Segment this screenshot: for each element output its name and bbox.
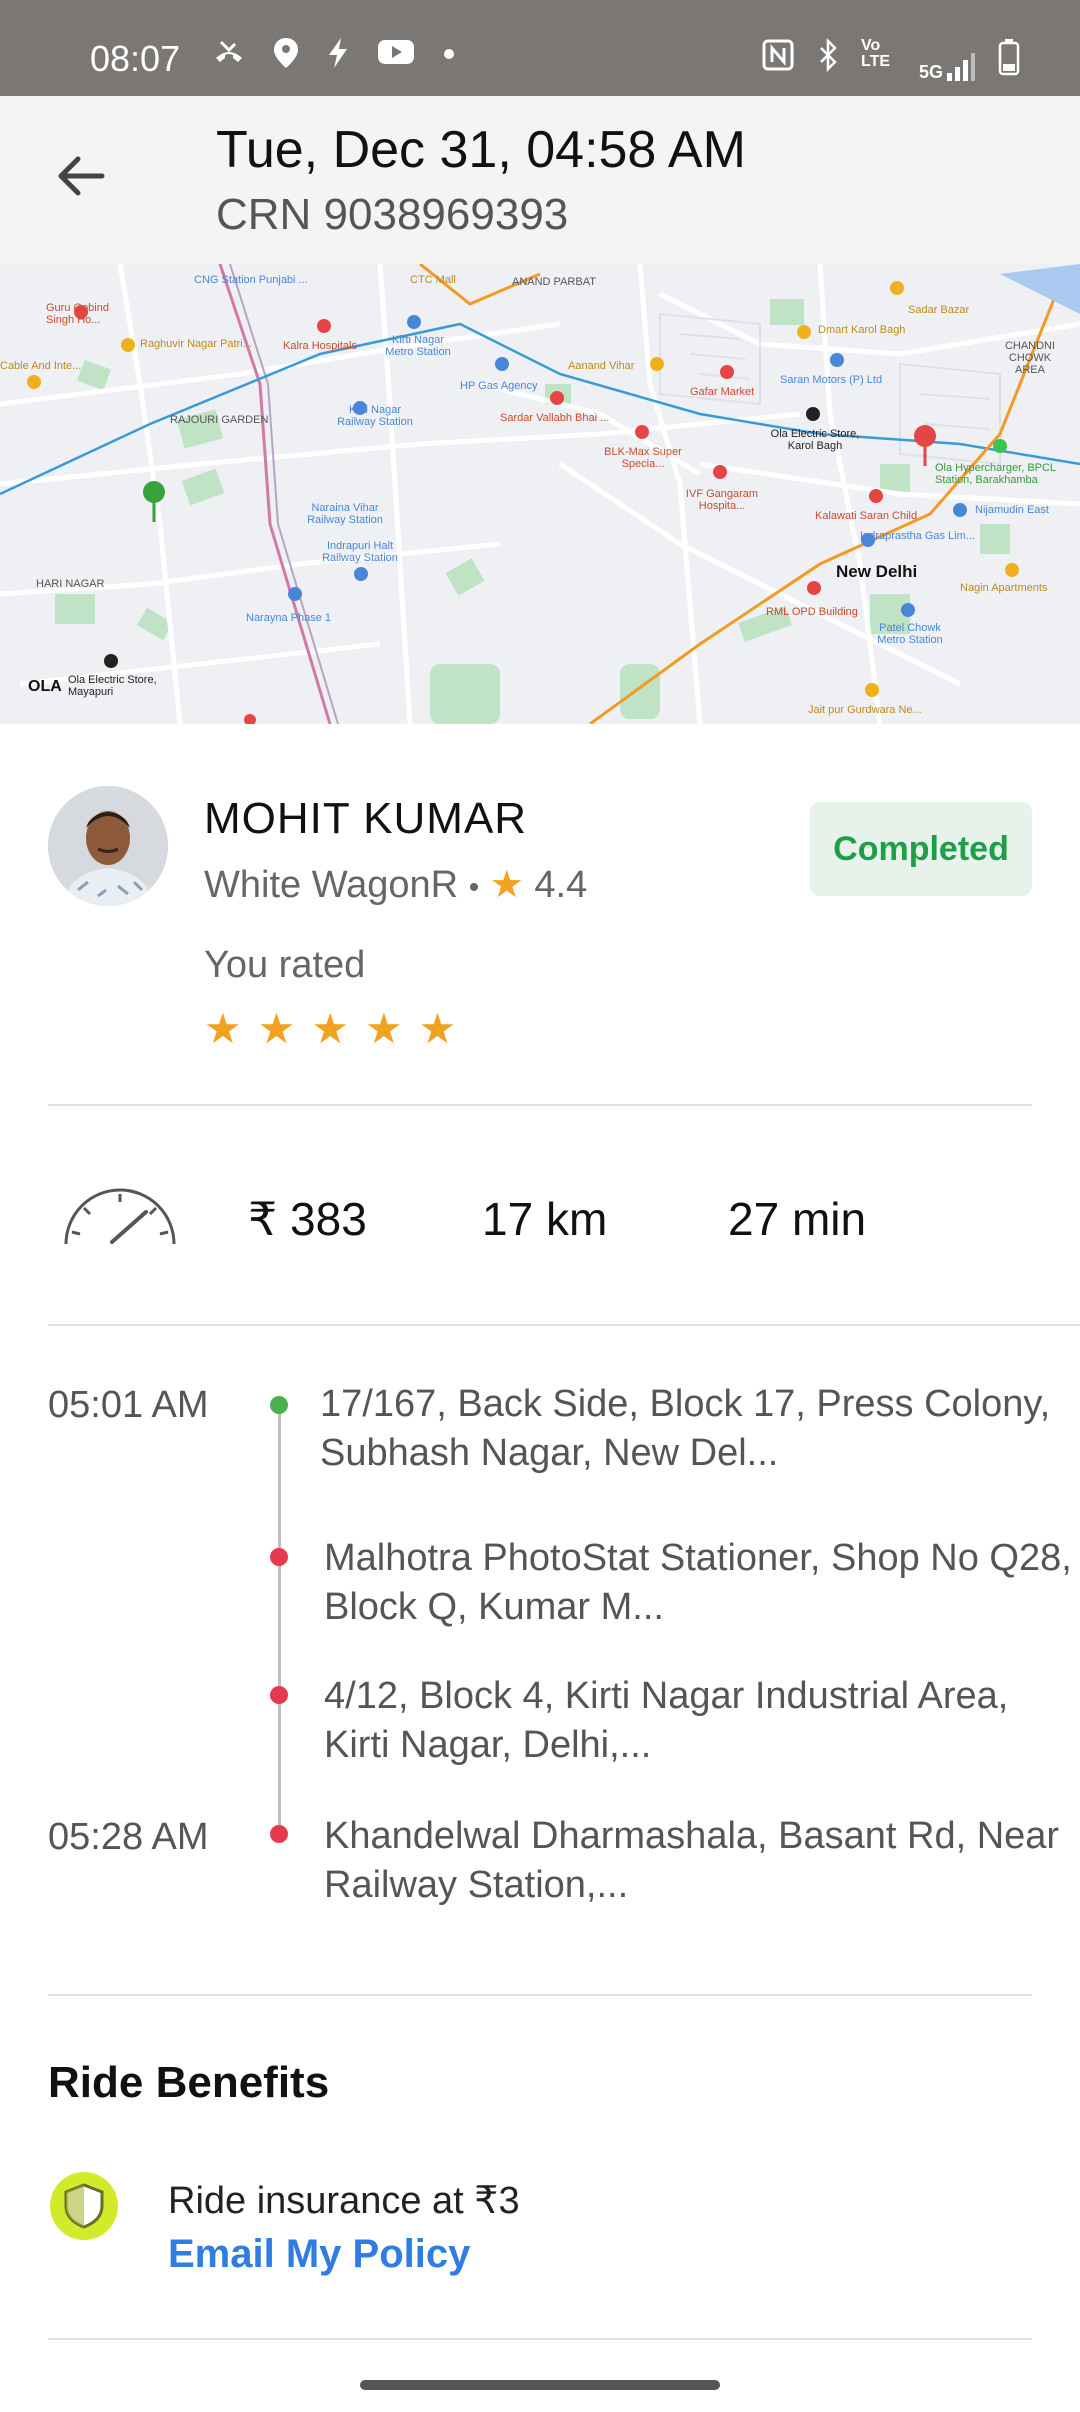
drop-dot [270,1825,288,1843]
map-label: Jait pur Gurdwara Ne... [808,704,922,716]
star-icon[interactable]: ★ [311,1004,349,1053]
you-rated-label: You rated [204,944,366,986]
map-label: Kalra Hospitals [283,340,357,352]
ride-benefits-title: Ride Benefits [48,2058,330,2107]
map-label: Ola Hypercharger, BPCL Station, Barakham… [935,462,1056,486]
status-bar: 08:07 Vo LTE 5G [0,0,1080,96]
car-model: White WagonR [204,864,459,906]
map-label: HARI NAGAR [36,578,105,590]
route-map[interactable]: Guru Gobind Singh Ho... CNG Station Punj… [0,264,1080,724]
star-icon: ★ [489,864,524,906]
divider [48,1994,1032,1996]
speedometer-icon [60,1180,180,1250]
map-label: Sardar Vallabh Bhai ... [500,412,610,424]
missed-call-icon [212,36,246,78]
map-label: Ola Electric Store, Karol Bagh [770,428,860,452]
star-icon[interactable]: ★ [419,1004,457,1053]
status-time: 08:07 [90,38,181,79]
top-app-bar: Tue, Dec 31, 04:58 AM CRN 9038969393 [0,96,1080,264]
map-label: New Delhi [836,562,918,581]
map-label: Cable And Inte... [0,360,82,372]
map-label: RML OPD Building [766,606,858,618]
divider [48,1104,1032,1106]
map-label: CHANDNI CHOWK AREA [1004,340,1056,376]
star-icon[interactable]: ★ [258,1004,296,1053]
map-label: ANAND PARBAT [512,276,596,288]
divider [48,2338,1032,2340]
separator-dot: • [468,871,480,904]
map-label: Guru Gobind Singh Ho... [46,302,109,326]
star-icon[interactable]: ★ [365,1004,403,1053]
map-label: Saran Motors (P) Ltd [780,374,883,386]
map-label: Nijamudin East [975,504,1049,516]
map-label: HP Gas Agency [460,380,538,392]
duration-value: 27 min [728,1193,867,1245]
location-icon [272,36,300,78]
map-label: Kirti Nagar Metro Station [385,334,451,358]
insurance-text: Ride insurance at ₹3 [168,2180,520,2222]
dot-icon [442,36,456,78]
divider [48,1324,1080,1326]
map-label: Patel Chowk Metro Station [877,622,943,646]
map-label: Narayna Phase 1 [246,612,331,624]
map-label: Indraprastha Gas Lim... [860,530,975,542]
map-label: Kalawati Saran Child [815,510,918,522]
bluetooth-icon [817,37,839,83]
route-timeline-line [278,1406,281,1834]
pickup-time: 05:01 AM [48,1384,209,1426]
status-badge: Completed [810,802,1032,896]
youtube-icon [376,36,416,78]
stop-dot [270,1548,288,1566]
battery-icon [998,38,1020,83]
pickup-dot [270,1396,288,1414]
driver-rating: 4.4 [534,864,588,906]
map-label: RAJOURI GARDEN [170,414,269,426]
bolt-icon [326,36,350,78]
back-button[interactable] [52,146,112,206]
5g-signal-icon: 5G [919,38,976,83]
ola-maps-logo: OLA [28,678,62,695]
volte-icon: Vo LTE [860,37,891,70]
page-title: Tue, Dec 31, 04:58 AM [216,121,746,179]
map-label: Naraina Vihar Railway Station [307,502,383,526]
stop-address: 4/12, Block 4, Kirti Nagar Industrial Ar… [324,1675,1009,1766]
map-label: Gafar Market [690,386,755,398]
star-icon[interactable]: ★ [204,1004,242,1053]
drop-address: Khandelwal Dharmashala, Basant Rd, Near … [324,1815,1060,1906]
map-label: Kirti Nagar Railway Station [337,404,413,428]
arrow-left-icon [58,156,105,196]
distance-value: 17 km [482,1193,608,1245]
stop-address: Malhotra PhotoStat Stationer, Shop No Q2… [324,1537,1072,1628]
map-label: Nagin Apartments [960,582,1048,594]
map-label: Ola Electric Store, Mayapuri [68,674,157,698]
gesture-home-bar[interactable] [360,2380,720,2390]
pickup-address: 17/167, Back Side, Block 17, Press Colon… [320,1383,1051,1474]
email-policy-link[interactable]: Email My Policy [168,2232,470,2277]
drop-time: 05:28 AM [48,1816,209,1858]
map-label: Indrapuri Halt Railway Station [322,540,398,564]
map-label: Sadar Bazar [908,304,970,316]
car-info: White WagonR • ★ 4.4 [204,862,587,907]
driver-avatar [48,786,168,906]
status-icons-left [212,36,456,78]
crn-number: CRN 9038969393 [216,190,569,239]
map-canvas [0,264,1080,724]
nfc-icon [761,38,795,83]
map-label: BLK-Max Super Specia... [604,446,682,470]
stop-dot [270,1686,288,1704]
user-rating-stars[interactable]: ★ ★ ★ ★ ★ [204,1004,456,1053]
status-icons-right: Vo LTE 5G [761,38,1020,83]
shield-icon [50,2172,118,2240]
map-label: CTC Mall [410,274,456,286]
map-label: Aanand Vihar [568,360,635,372]
map-label: Raghuvir Nagar Patri... [140,338,252,350]
map-label: Dmart Karol Bagh [818,324,906,336]
driver-name: MOHIT KUMAR [204,794,528,843]
map-label: IVF Gangaram Hospita... [685,488,759,512]
map-label: CNG Station Punjabi ... [194,274,308,286]
fare-amount: ₹ 383 [248,1193,367,1245]
